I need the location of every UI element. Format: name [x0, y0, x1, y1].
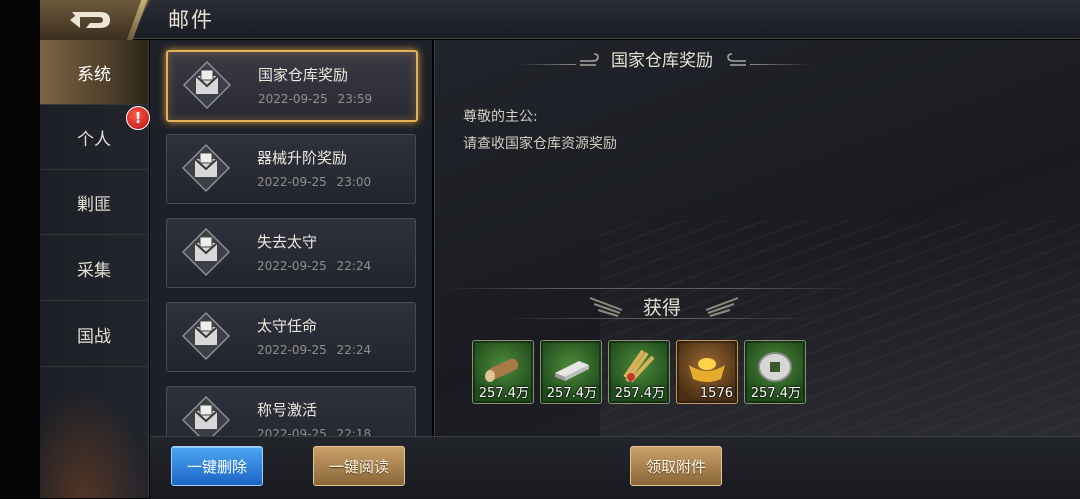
category-bandit[interactable]: 剿匪	[40, 170, 148, 235]
scroll-ornament-icon	[727, 53, 746, 66]
envelope-icon	[181, 227, 231, 277]
mail-body: 请查收国家仓库资源奖励	[463, 136, 617, 152]
claim-attachment-button[interactable]: 领取附件	[630, 446, 722, 486]
title-ornament-right	[750, 64, 810, 65]
mail-time: 2022-09-25 22:24	[257, 343, 372, 357]
reward-item-wood[interactable]: 257.4万	[472, 340, 534, 404]
mail-item[interactable]: 失去太守 2022-09-25 22:24	[166, 218, 416, 288]
reward-quantity: 257.4万	[614, 386, 665, 401]
mail-title: 太守任命	[257, 317, 318, 335]
background-art	[600, 220, 1080, 436]
envelope-icon	[182, 60, 232, 110]
delete-all-button[interactable]: 一键删除	[171, 446, 263, 486]
mail-title: 失去太守	[257, 233, 318, 251]
reward-quantity: 1576	[699, 386, 733, 401]
page-title: 邮件	[168, 8, 214, 32]
mail-title: 国家仓库奖励	[258, 66, 349, 84]
wing-ornament-icon	[705, 297, 739, 317]
category-war[interactable]: 国战	[40, 302, 148, 367]
mail-title: 器械升阶奖励	[257, 149, 348, 167]
action-bar	[150, 436, 1080, 499]
mail-time: 2022-09-25 22:24	[257, 259, 372, 273]
back-arrow-icon	[70, 12, 110, 28]
reward-quantity: 257.4万	[750, 386, 801, 401]
envelope-icon	[181, 395, 231, 436]
mail-title: 称号激活	[257, 401, 318, 419]
obtain-underline	[500, 318, 820, 319]
reward-item-grain[interactable]: 257.4万	[608, 340, 670, 404]
mail-time: 2022-09-25 23:59	[258, 92, 373, 106]
reward-item-iron[interactable]: 257.4万	[540, 340, 602, 404]
envelope-icon	[181, 143, 231, 193]
mail-item[interactable]: 称号激活 2022-09-25 22:18	[166, 386, 416, 436]
screen-edge	[0, 0, 40, 498]
reward-item-gold[interactable]: 1576	[676, 340, 738, 404]
section-divider	[440, 288, 860, 289]
mail-time: 2022-09-25 22:18	[257, 427, 372, 436]
category-gather[interactable]: 采集	[40, 236, 148, 301]
iron-icon	[555, 361, 589, 381]
reward-item-coin[interactable]: 257.4万	[744, 340, 806, 404]
gold-ingot-icon	[689, 358, 725, 382]
category-label: 个人	[77, 129, 111, 150]
category-label: 采集	[77, 260, 111, 281]
reward-quantity: 257.4万	[478, 386, 529, 401]
category-system[interactable]: 系统	[40, 40, 148, 105]
category-label: 系统	[77, 64, 111, 85]
mail-list[interactable]: 国家仓库奖励 2022-09-25 23:59 器械升阶奖励 2022-09-2…	[150, 40, 432, 436]
wood-icon	[485, 358, 519, 382]
grain-icon	[623, 349, 655, 383]
mail-greeting: 尊敬的主公:	[463, 109, 538, 125]
coin-icon	[758, 352, 792, 382]
mail-detail-title: 国家仓库奖励	[611, 51, 713, 71]
read-all-button[interactable]: 一键阅读	[313, 446, 405, 486]
mail-item[interactable]: 太守任命 2022-09-25 22:24	[166, 302, 416, 372]
category-label: 剿匪	[77, 194, 111, 215]
unread-badge-icon: !	[126, 106, 150, 130]
mail-time: 2022-09-25 23:00	[257, 175, 372, 189]
reward-quantity: 257.4万	[546, 386, 597, 401]
category-label: 国战	[77, 326, 111, 347]
mail-item[interactable]: 器械升阶奖励 2022-09-25 23:00	[166, 134, 416, 204]
envelope-icon	[181, 311, 231, 361]
mail-item[interactable]: 国家仓库奖励 2022-09-25 23:59	[166, 50, 418, 122]
decorative-glow	[40, 390, 148, 498]
obtain-label: 获得	[642, 297, 681, 319]
